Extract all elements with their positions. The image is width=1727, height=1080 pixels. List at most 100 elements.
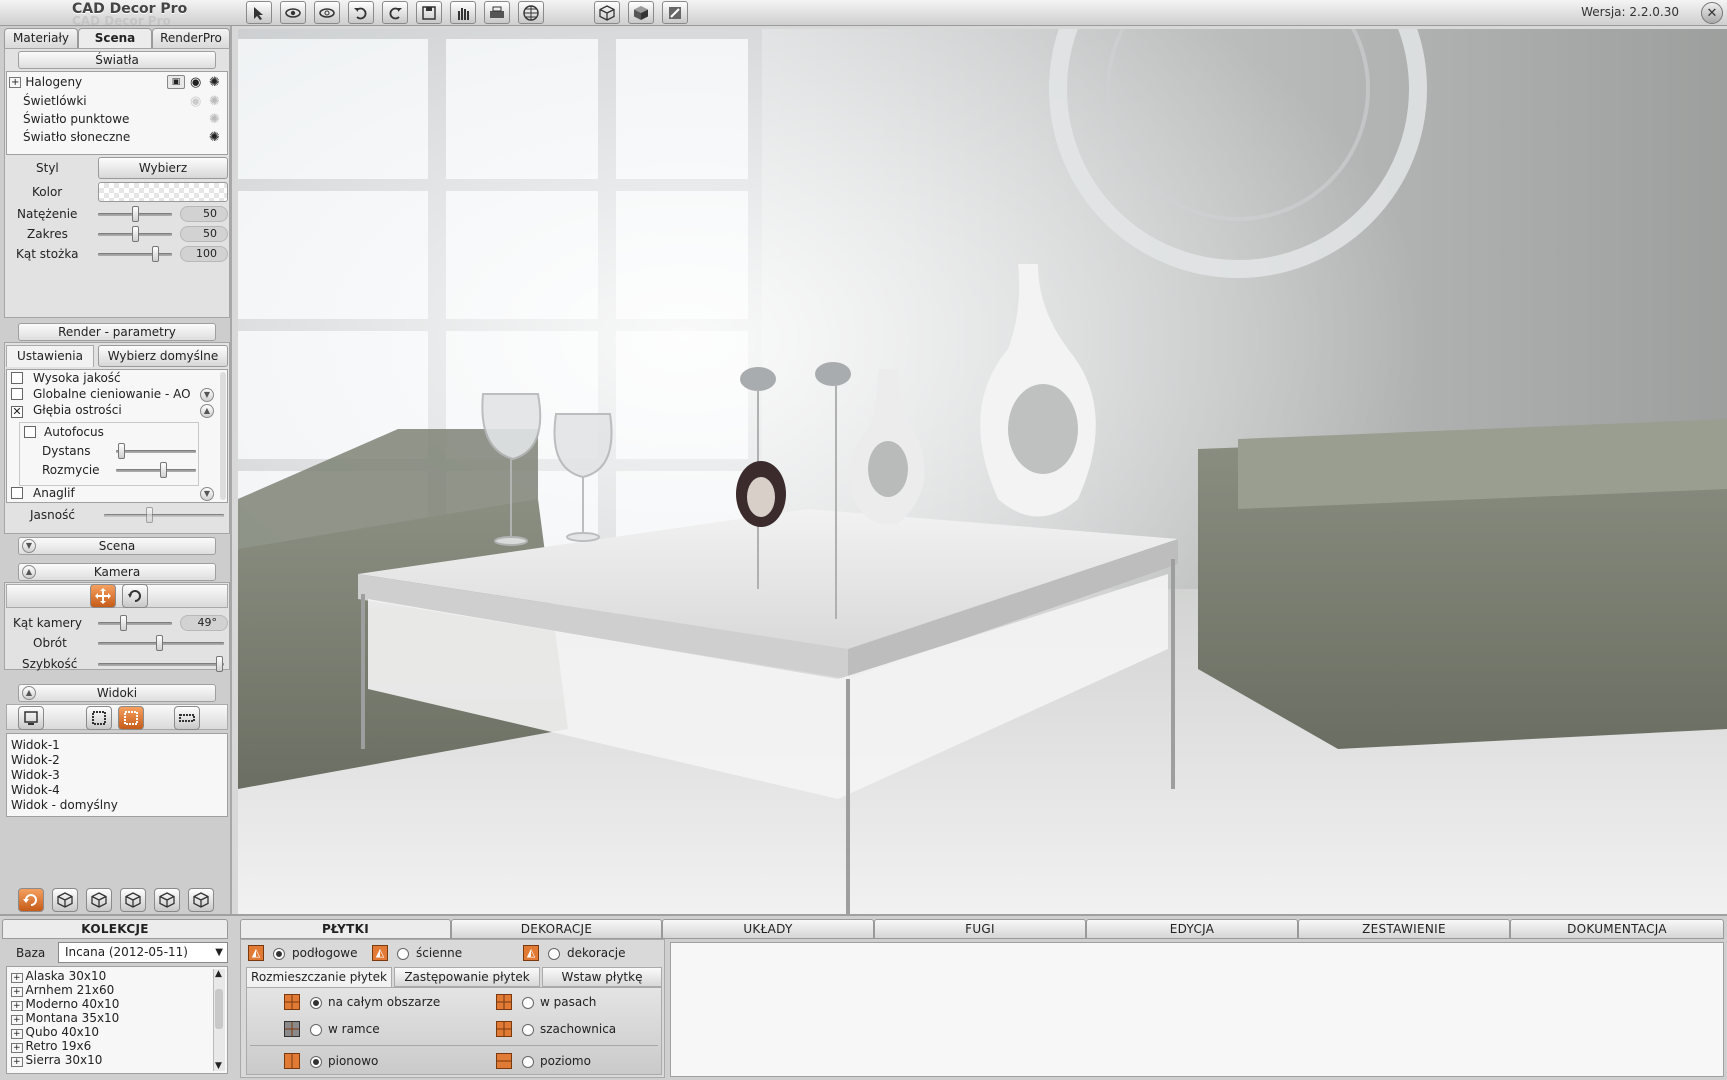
collection-item[interactable]: + Moderno 40x10 [11,997,223,1011]
expand-icon[interactable]: + [9,77,22,88]
tab-scene[interactable]: Scena [78,28,152,48]
camera-icon[interactable]: ▣ [167,75,185,89]
floor-tiles-option[interactable]: ◭ podłogowe [248,944,378,964]
intensity-value[interactable]: 50 [180,206,228,222]
collections-scrollbar[interactable]: ▲ ▼ [213,969,225,1071]
collection-item[interactable]: + Arnhem 21x60 [11,983,223,997]
vertical-radio[interactable] [310,1056,322,1068]
scroll-up-icon[interactable]: ▲ [215,969,222,979]
option-ao[interactable]: Globalne cieniowanie - AO ▼ [11,387,221,404]
dof-checkbox[interactable]: ✕ [11,406,23,418]
view-eye-outline-button[interactable] [314,1,340,24]
light-bulb-icon[interactable]: ✺ [209,92,220,111]
placement-whole-area[interactable]: na całym obszarze [284,993,474,1013]
slider-knob[interactable] [146,507,153,523]
wireframe-view-button[interactable] [594,1,620,24]
camera-angle-slider[interactable] [98,613,172,633]
expand-icon[interactable]: + [11,1057,23,1067]
expand-icon[interactable]: + [11,987,23,997]
brightness-slider[interactable] [104,505,224,525]
cone-angle-slider[interactable] [98,244,172,264]
camera-header[interactable]: Kamera [18,563,216,581]
autofocus-checkbox[interactable] [24,426,36,438]
option-high-quality[interactable]: Wysoka jakość [11,371,207,388]
view-left-button[interactable] [86,888,112,912]
base-select[interactable]: Incana (2012-05-11) ▼ [58,942,228,963]
tab-tiles[interactable]: PŁYTKI [240,919,451,939]
option-anaglyph[interactable]: Anaglif ▼ [11,486,221,503]
print-button[interactable] [484,1,510,24]
blur-slider[interactable] [116,460,196,480]
tab-renderpro[interactable]: RenderPro [152,28,230,48]
orientation-horizontal[interactable]: poziomo [496,1052,656,1072]
cone-angle-value[interactable]: 100 [180,246,228,262]
slider-knob[interactable] [132,226,139,242]
high-quality-checkbox[interactable] [11,372,23,384]
expand-icon[interactable]: + [11,1001,23,1011]
add-view-button[interactable] [18,706,44,730]
collection-item[interactable]: + Sierra 30x10 [11,1053,223,1067]
camera-move-button[interactable] [90,584,116,608]
placement-checkerboard[interactable]: szachownica [496,1020,656,1040]
expand-scene-icon[interactable]: ▼ [22,539,36,553]
collection-item[interactable]: + Montana 35x10 [11,1011,223,1025]
view-right-button[interactable] [120,888,146,912]
checkerboard-radio[interactable] [522,1024,534,1036]
tab-documentation[interactable]: DOKUMENTACJA [1510,919,1724,939]
web-button[interactable] [518,1,544,24]
settings-tab[interactable]: Ustawienia [6,345,94,367]
undo-button[interactable] [348,1,374,24]
view-top-button[interactable] [154,888,180,912]
light-bulb-icon[interactable]: ✺ [209,110,220,129]
frame-radio[interactable] [310,1024,322,1036]
whole-area-radio[interactable] [310,997,322,1009]
refresh-render-button[interactable] [18,888,44,912]
slider-knob[interactable] [160,462,167,478]
slider-knob[interactable] [156,635,163,651]
tab-materials[interactable]: Materiały [4,28,78,48]
view-item[interactable]: Widok-1 [11,738,223,752]
placement-frame[interactable]: w ramce [284,1020,474,1040]
collection-item[interactable]: + Alaska 30x10 [11,969,223,983]
view-item[interactable]: Widok - domyślny [11,798,223,812]
expand-icon[interactable]: + [11,1015,23,1025]
collection-item[interactable]: + Qubo 40x10 [11,1025,223,1039]
view-back-button[interactable] [188,888,214,912]
decoration-radio[interactable] [548,948,560,960]
speed-slider[interactable] [98,654,224,674]
render-viewport[interactable] [238,29,1727,914]
view-frame-button[interactable] [86,706,112,730]
camera-angle-value[interactable]: 49° [180,615,228,631]
pan-hand-button[interactable] [450,1,476,24]
expand-anaglyph-icon[interactable]: ▼ [200,487,214,501]
view-frame-active-button[interactable] [118,706,144,730]
collapse-views-icon[interactable]: ▲ [22,686,36,700]
subtab-placement[interactable]: Rozmieszczanie płytek [246,967,392,987]
range-slider[interactable] [98,224,172,244]
range-value[interactable]: 50 [180,226,228,242]
subtab-replace[interactable]: Zastępowanie płytek [394,967,540,987]
render-view-button[interactable] [662,1,688,24]
expand-ao-icon[interactable]: ▼ [200,388,214,402]
light-item-halogens[interactable]: + Halogeny ▣ ◉ ✺ [9,73,225,92]
orientation-vertical[interactable]: pionowo [284,1052,474,1072]
light-item-point[interactable]: Światło punktowe ✺ [23,110,223,129]
view-wide-button[interactable] [174,706,200,730]
option-depth-of-field[interactable]: ✕ Głębia ostrości ▲ [11,403,221,420]
collapse-dof-icon[interactable]: ▲ [200,404,214,418]
rotation-slider[interactable] [98,633,224,653]
tab-summary[interactable]: ZESTAWIENIE [1298,919,1510,939]
tab-grout[interactable]: FUGI [874,919,1086,939]
view-item[interactable]: Widok-2 [11,753,223,767]
close-button[interactable]: ✕ [1701,2,1723,24]
tab-decorations[interactable]: DEKORACJE [451,919,662,939]
style-select-button[interactable]: Wybierz [98,157,228,179]
scroll-down-icon[interactable]: ▼ [215,1061,222,1071]
view-front-button[interactable] [52,888,78,912]
views-header[interactable]: Widoki [18,684,216,702]
expand-icon[interactable]: + [11,1043,23,1053]
collection-item[interactable]: + Retro 19x6 [11,1039,223,1053]
tab-edit[interactable]: EDYCJA [1086,919,1298,939]
ao-checkbox[interactable] [11,388,23,400]
scroll-thumb[interactable] [215,989,223,1029]
